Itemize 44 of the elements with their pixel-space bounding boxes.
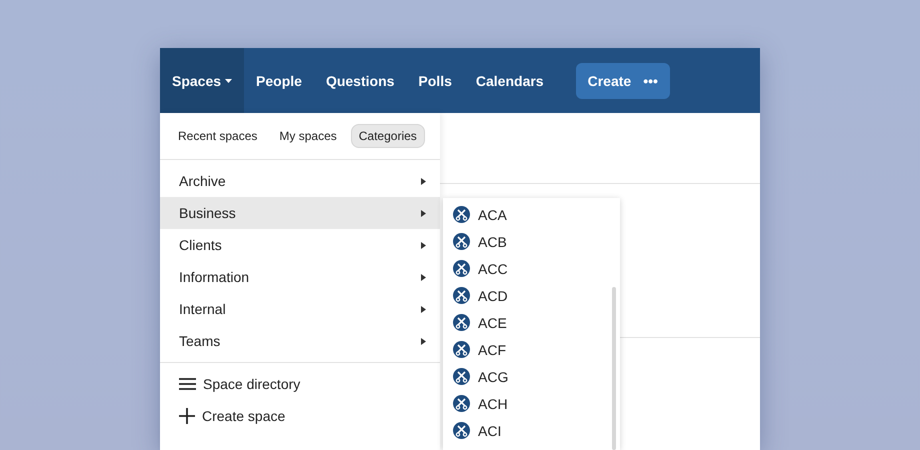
nav-tab[interactable]: Spaces [160,48,244,113]
category-item[interactable]: Business [160,197,440,229]
category-item[interactable]: Information [160,261,440,293]
space-item[interactable]: ACG [443,363,620,390]
menu-tab[interactable]: Recent spaces [170,124,266,148]
nav-tab[interactable]: Calendars [464,48,556,113]
nav-tab[interactable]: Questions [314,48,406,113]
menu-tab[interactable]: Categories [350,124,425,148]
space-item[interactable]: ACH [443,390,620,417]
space-item[interactable]: ACC [443,255,620,282]
category-item[interactable]: Archive [160,165,440,197]
space-item[interactable]: ACB [443,228,620,255]
category-item[interactable]: Internal [160,293,440,325]
scissors-icon [453,422,470,439]
scissors-icon [453,341,470,358]
scissors-icon [453,233,470,250]
arrow-icon [421,178,426,184]
scrollbar[interactable] [612,287,616,450]
menu-tab[interactable]: My spaces [271,124,345,148]
arrow-icon [421,338,426,344]
scissors-icon [453,260,470,277]
scissors-icon [453,206,470,223]
arrow-icon [421,210,426,216]
space-item[interactable]: ACD [443,282,620,309]
scissors-icon [453,287,470,304]
arrow-icon [421,274,426,280]
scissors-icon [453,314,470,331]
scissors-icon [453,395,470,412]
category-item[interactable]: Teams [160,325,440,357]
arrow-icon [421,306,426,312]
space-item[interactable]: ACI [443,417,620,444]
arrow-icon [421,242,426,248]
nav-tab[interactable]: Polls [406,48,464,113]
plus-icon [179,408,195,424]
menu-action[interactable]: Create space [160,400,440,432]
category-item[interactable]: Clients [160,229,440,261]
space-item[interactable]: ACE [443,309,620,336]
create-button[interactable]: Create ••• [576,62,670,98]
nav-tab[interactable]: People [244,48,314,113]
menu-action[interactable]: Space directory [160,368,440,400]
menu-icon [179,378,196,390]
scissors-icon [453,368,470,385]
space-item[interactable]: ACA [443,201,620,228]
space-item[interactable]: ACF [443,336,620,363]
